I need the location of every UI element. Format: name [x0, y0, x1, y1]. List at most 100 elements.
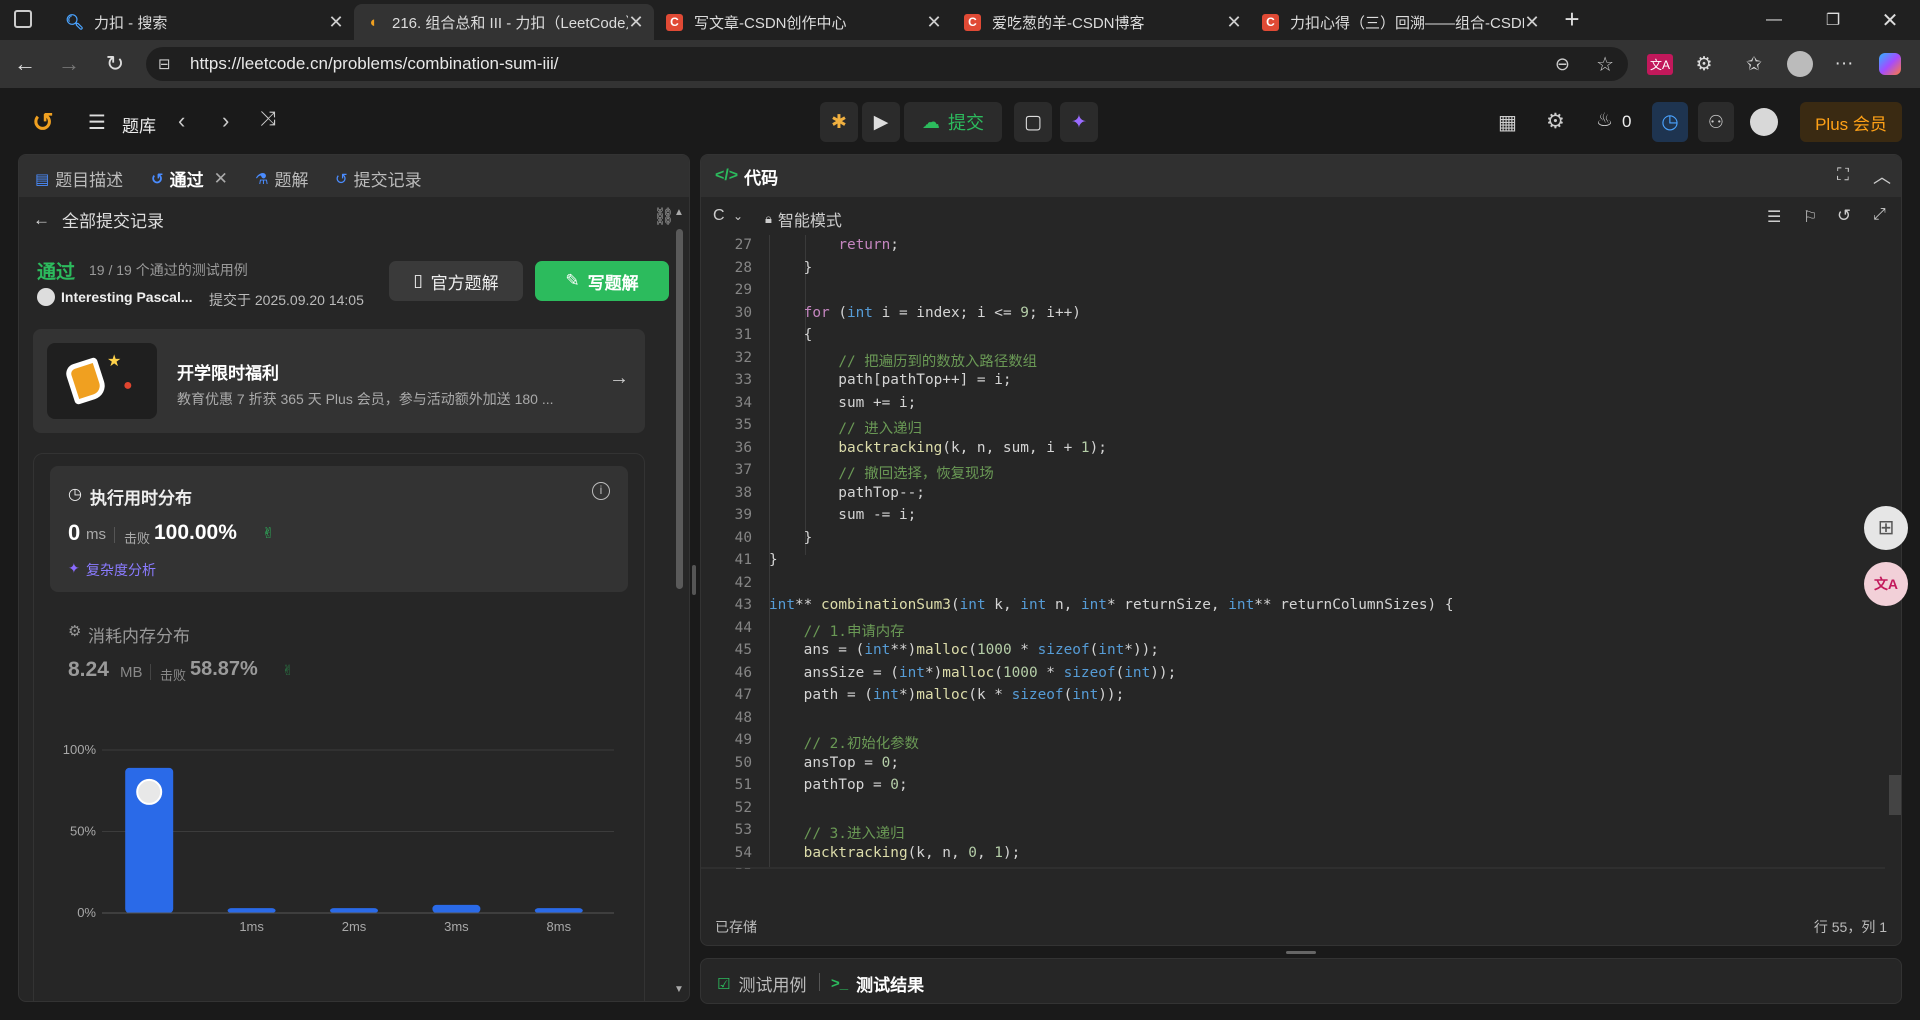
ai-assist-button[interactable]: ✦: [1060, 102, 1098, 142]
scroll-thumb[interactable]: [1889, 775, 1901, 815]
leetcode-logo-icon[interactable]: ↺: [32, 108, 56, 136]
url-field[interactable]: ⊟ https://leetcode.cn/problems/combinati…: [146, 47, 1628, 81]
profile-avatar-icon[interactable]: [1786, 50, 1814, 78]
code-line[interactable]: 28 }: [701, 260, 1885, 283]
code-line[interactable]: 48: [701, 710, 1885, 733]
more-menu-icon[interactable]: ···: [1830, 50, 1858, 78]
code-line[interactable]: 52: [701, 800, 1885, 823]
layout-icon[interactable]: ▦: [1498, 110, 1517, 135]
close-tab-icon[interactable]: ✕: [926, 12, 942, 33]
translate-icon[interactable]: 文A: [1646, 50, 1674, 78]
code-line[interactable]: 50 ansTop = 0;: [701, 755, 1885, 778]
extensions-icon[interactable]: ⚙: [1690, 50, 1718, 78]
floating-widget-button[interactable]: ⊞: [1864, 506, 1908, 550]
code-line[interactable]: 51 pathTop = 0;: [701, 777, 1885, 800]
random-problem-icon[interactable]: ⤨: [260, 108, 276, 131]
browser-tab-search[interactable]: 🔍︎ 力扣 - 搜索 ✕: [56, 4, 354, 40]
code-line[interactable]: 35 // 进入递归: [701, 417, 1885, 440]
code-line[interactable]: 36 backtracking(k, n, sum, i + 1);: [701, 440, 1885, 463]
close-tab-icon[interactable]: ✕: [328, 12, 344, 33]
official-solution-button[interactable]: ▯ 官方题解: [389, 261, 523, 301]
code-line[interactable]: 32 // 把遍历到的数放入路径数组: [701, 350, 1885, 373]
code-line[interactable]: 31 {: [701, 327, 1885, 350]
close-window-icon[interactable]: ✕: [1860, 0, 1920, 40]
browser-tab-csdn-write[interactable]: C 写文章-CSDN创作中心 ✕: [656, 4, 952, 40]
info-icon[interactable]: i: [592, 482, 610, 500]
back-icon[interactable]: ←: [8, 48, 42, 80]
code-line[interactable]: 40 }: [701, 530, 1885, 553]
invite-user-icon[interactable]: ⚇: [1698, 102, 1734, 142]
close-tab-icon[interactable]: ✕: [628, 12, 644, 33]
back-to-submissions[interactable]: ← 全部提交记录: [33, 207, 164, 232]
tab-solutions[interactable]: ⚗ 题解: [255, 166, 308, 191]
minimize-icon[interactable]: —: [1744, 0, 1804, 40]
chart-bar[interactable]: [534, 908, 583, 913]
collapse-icon[interactable]: ︿: [1873, 163, 1891, 189]
notes-button[interactable]: ▢: [1014, 102, 1052, 142]
reset-icon[interactable]: ↺: [1837, 206, 1851, 226]
fullscreen-icon[interactable]: ⛶: [1837, 165, 1849, 185]
chart-bar[interactable]: [330, 908, 378, 913]
code-line[interactable]: 44 // 1.申请内存: [701, 620, 1885, 643]
code-line[interactable]: 53 // 3.进入递归: [701, 822, 1885, 845]
code-line[interactable]: 34 sum += i;: [701, 395, 1885, 418]
expand-icon[interactable]: ⤢: [1873, 206, 1886, 224]
code-line[interactable]: 46 ansSize = (int*)malloc(1000 * sizeof(…: [701, 665, 1885, 688]
code-line[interactable]: 47 path = (int*)malloc(k * sizeof(int));: [701, 687, 1885, 710]
plus-member-button[interactable]: Plus 会员: [1800, 102, 1902, 142]
panel-resize-handle[interactable]: [692, 565, 696, 595]
code-line[interactable]: 33 path[pathTop++] = i;: [701, 372, 1885, 395]
site-info-icon[interactable]: ⊟: [158, 55, 180, 73]
format-icon[interactable]: ☰: [1767, 207, 1781, 227]
more-tools-icon[interactable]: ⊖: [1555, 54, 1570, 75]
timer-button[interactable]: ◷: [1652, 102, 1688, 142]
code-editor[interactable]: 27 return; 28 } 29 30 for (int i = index; i…: [701, 235, 1885, 869]
code-line[interactable]: 45 ans = (int**)malloc(1000 * sizeof(int…: [701, 642, 1885, 665]
browser-tab-leetcode[interactable]: ◖ 216. 组合总和 III - 力扣（LeetCode） ✕: [354, 4, 654, 40]
left-scrollbar[interactable]: ▲ ▼: [673, 207, 685, 995]
streak-fire-icon[interactable]: ♨: [1596, 109, 1613, 132]
submitter-name[interactable]: Interesting Pascal...: [61, 289, 193, 305]
code-line[interactable]: 27 return;: [701, 237, 1885, 260]
smart-mode-toggle[interactable]: 🔒︎ 智能模式: [765, 207, 842, 231]
forward-icon[interactable]: →: [52, 48, 86, 80]
code-line[interactable]: 41}: [701, 552, 1885, 575]
code-line[interactable]: 38 pathTop--;: [701, 485, 1885, 508]
close-tab-icon[interactable]: ✕: [1524, 12, 1540, 33]
tab-accepted[interactable]: ↺ 通过 ✕: [151, 166, 228, 191]
promo-banner[interactable]: ★ ● 开学限时福利 教育优惠 7 折获 365 天 Plus 会员，参与活动额…: [33, 329, 645, 433]
problem-list-icon[interactable]: ☰: [88, 110, 106, 135]
tab-submissions[interactable]: ↺ 提交记录: [335, 166, 422, 191]
code-line[interactable]: 43 int** combinationSum3(int k, int n, in…: [701, 597, 1885, 620]
tab-actions-icon[interactable]: [14, 10, 32, 28]
share-link-icon[interactable]: ⛓: [653, 207, 675, 227]
memory-title[interactable]: 消耗内存分布: [88, 622, 190, 647]
chart-bar[interactable]: [432, 904, 481, 913]
favorite-star-icon[interactable]: ☆: [1596, 52, 1614, 77]
problem-list-link[interactable]: 题库: [122, 112, 156, 137]
browser-tab-csdn-blog[interactable]: C 爱吃葱的羊-CSDN博客 ✕: [954, 4, 1252, 40]
code-line[interactable]: 37 // 撤回选择，恢复现场: [701, 462, 1885, 485]
next-problem-icon[interactable]: ›: [222, 108, 229, 134]
editor-scrollbar[interactable]: [1887, 235, 1901, 869]
run-button[interactable]: ▶: [862, 102, 900, 142]
code-line[interactable]: 49 // 2.初始化参数: [701, 732, 1885, 755]
prev-problem-icon[interactable]: ‹: [178, 108, 185, 134]
tab-test-result[interactable]: >_ 测试结果: [831, 971, 924, 996]
debug-button[interactable]: ✱: [820, 102, 858, 142]
close-tab-icon[interactable]: ✕: [1226, 12, 1242, 33]
complexity-analysis-link[interactable]: 复杂度分析: [86, 560, 156, 580]
code-line[interactable]: 54 backtracking(k, n, 0, 1);: [701, 845, 1885, 868]
user-avatar[interactable]: [1750, 108, 1778, 136]
favorites-icon[interactable]: ✩: [1740, 50, 1768, 78]
tab-testcase[interactable]: ☑ 测试用例: [717, 971, 806, 996]
vertical-resize-handle[interactable]: [1286, 951, 1316, 954]
chart-bar[interactable]: [227, 908, 276, 913]
maximize-icon[interactable]: ❐: [1803, 0, 1863, 40]
code-line[interactable]: 55: [701, 867, 1885, 869]
browser-tab-csdn-post[interactable]: C 力扣心得（三）回溯——组合-CSDN博客 ✕: [1252, 4, 1550, 40]
submit-button[interactable]: ☁ 提交: [904, 102, 1002, 142]
bookmark-icon[interactable]: ⚐: [1803, 207, 1817, 227]
reload-icon[interactable]: ↻: [98, 48, 132, 80]
settings-gear-icon[interactable]: ⚙: [1546, 109, 1565, 134]
